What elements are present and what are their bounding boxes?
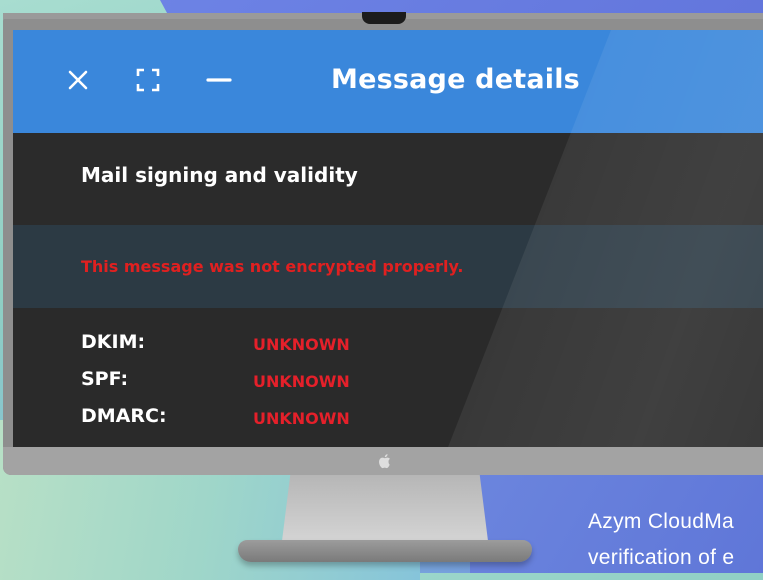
fullscreen-icon xyxy=(136,68,160,92)
apple-logo-icon xyxy=(378,453,392,469)
section-header: Mail signing and validity xyxy=(13,133,763,225)
close-icon xyxy=(68,70,88,90)
dmarc-label: DMARC: xyxy=(81,405,167,427)
warning-banner: This message was not encrypted properly. xyxy=(13,225,763,308)
warning-text: This message was not encrypted properly. xyxy=(81,257,464,276)
camera-notch xyxy=(362,12,406,24)
caption-line-2: verification of e xyxy=(588,546,735,569)
checks-list: DKIM: UNKNOWN SPF: UNKNOWN DMARC: UNKNOW… xyxy=(13,308,763,460)
section-title: Mail signing and validity xyxy=(81,163,358,187)
window-title: Message details xyxy=(331,64,580,95)
monitor-stand-base xyxy=(238,540,532,562)
caption-line-1: Azym CloudMa xyxy=(588,510,734,533)
dkim-label: DKIM: xyxy=(81,331,146,353)
dkim-status: UNKNOWN xyxy=(253,335,350,354)
monitor-stand xyxy=(282,475,488,541)
minimize-icon xyxy=(206,78,232,82)
close-button[interactable] xyxy=(64,66,92,94)
dmarc-status: UNKNOWN xyxy=(253,409,350,428)
app-header: Message details xyxy=(13,30,763,133)
minimize-button[interactable] xyxy=(205,66,233,94)
fullscreen-button[interactable] xyxy=(134,66,162,94)
monitor-screen: Message details Mail signing and validit… xyxy=(13,30,763,460)
spf-label: SPF: xyxy=(81,368,129,390)
spf-status: UNKNOWN xyxy=(253,372,350,391)
